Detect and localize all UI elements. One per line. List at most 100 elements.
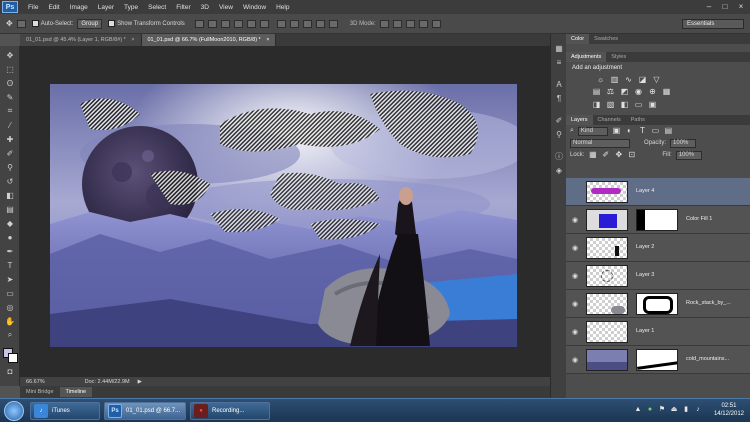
filter-adjustment-icon[interactable]: ◐: [625, 127, 634, 135]
brush-panel-icon[interactable]: ✐: [554, 116, 564, 125]
distribute-right-icon[interactable]: [328, 19, 338, 28]
minimize-icon[interactable]: –: [704, 2, 714, 11]
menu-type[interactable]: Type: [124, 4, 138, 11]
menu-view[interactable]: View: [219, 4, 233, 11]
tab-document-1[interactable]: 01_01.psd @ 45.4% (Layer 1, RGB/8#) * ×: [20, 34, 142, 46]
curves-icon[interactable]: ∿: [624, 76, 633, 84]
zoom-tool-icon[interactable]: ⌕: [4, 330, 16, 340]
layer-row[interactable]: ◉ Layer 2: [566, 234, 750, 262]
pen-tool-icon[interactable]: ✒: [4, 246, 16, 256]
distribute-center-icon[interactable]: [289, 19, 299, 28]
align-top-icon[interactable]: [194, 19, 204, 28]
3d-roll-icon[interactable]: [392, 19, 402, 28]
hue-saturation-icon[interactable]: ▤: [592, 88, 601, 96]
align-bottom-icon[interactable]: [220, 19, 230, 28]
filter-shape-icon[interactable]: ▭: [651, 127, 660, 135]
3d-slide-icon[interactable]: [418, 19, 428, 28]
eye-icon[interactable]: ◉: [572, 272, 578, 280]
start-button[interactable]: [4, 401, 24, 421]
tab-swatches[interactable]: Swatches: [589, 34, 623, 44]
align-vcenter-icon[interactable]: [207, 19, 217, 28]
color-lookup-icon[interactable]: ▦: [662, 88, 671, 96]
stamp-tool-icon[interactable]: ⚲: [4, 162, 16, 172]
selective-color-icon[interactable]: ▣: [648, 101, 657, 109]
align-hcenter-icon[interactable]: [246, 19, 256, 28]
3d-rotate-icon[interactable]: [379, 19, 389, 28]
auto-select-checkbox[interactable]: [31, 20, 39, 27]
menu-help[interactable]: Help: [276, 4, 289, 11]
taskbar-item-recording[interactable]: ● Recording...: [190, 402, 270, 420]
lock-pixels-icon[interactable]: ✐: [601, 151, 610, 159]
eye-icon[interactable]: ◉: [572, 300, 578, 308]
tab-styles[interactable]: Styles: [606, 52, 631, 62]
eraser-tool-icon[interactable]: ◧: [4, 190, 16, 200]
black-white-icon[interactable]: ◩: [620, 88, 629, 96]
background-color-swatch[interactable]: [8, 353, 18, 363]
navigator-panel-icon[interactable]: ◈: [554, 166, 564, 175]
lasso-tool-icon[interactable]: ʘ: [4, 78, 16, 88]
align-left-icon[interactable]: [233, 19, 243, 28]
menu-filter[interactable]: Filter: [176, 4, 190, 11]
close-icon[interactable]: ×: [736, 2, 746, 11]
invert-icon[interactable]: ◨: [592, 101, 601, 109]
tool-preset-icon[interactable]: [16, 19, 26, 28]
dodge-tool-icon[interactable]: ●: [4, 232, 16, 242]
maximize-icon[interactable]: □: [720, 2, 730, 11]
crop-tool-icon[interactable]: ⌗: [4, 106, 16, 116]
tray-app-icon[interactable]: ●: [646, 406, 654, 414]
tab-close-icon[interactable]: ×: [266, 37, 269, 43]
eyedropper-tool-icon[interactable]: ⁄: [4, 120, 16, 130]
quick-select-tool-icon[interactable]: ✎: [4, 92, 16, 102]
distribute-bottom-icon[interactable]: [302, 19, 312, 28]
tab-channels[interactable]: Channels: [593, 115, 626, 125]
gradient-tool-icon[interactable]: ▤: [4, 204, 16, 214]
tray-usb-icon[interactable]: ⏏: [670, 406, 678, 414]
character-panel-icon[interactable]: A: [554, 80, 564, 89]
quick-mask-icon[interactable]: ◘: [4, 366, 16, 376]
tab-mini-bridge[interactable]: Mini Bridge: [20, 387, 60, 397]
history-panel-icon[interactable]: ▦: [554, 44, 564, 53]
system-clock[interactable]: 02:51 14/12/2012: [714, 402, 744, 418]
layer-filter-dropdown[interactable]: Kind: [577, 126, 608, 136]
healing-tool-icon[interactable]: ✚: [4, 134, 16, 144]
eye-icon[interactable]: ◉: [572, 356, 578, 364]
menu-image[interactable]: Image: [70, 4, 88, 11]
tab-paths[interactable]: Paths: [626, 115, 650, 125]
properties-panel-icon[interactable]: ≡: [554, 58, 564, 67]
3d-tool-icon[interactable]: ◎: [4, 302, 16, 312]
exposure-icon[interactable]: ◪: [638, 76, 647, 84]
layer-row[interactable]: ◉ Rock_stack_by_...: [566, 290, 750, 318]
blend-mode-dropdown[interactable]: Normal: [570, 138, 630, 148]
3d-pan-icon[interactable]: [405, 19, 415, 28]
layer-row[interactable]: ◉ Layer 1: [566, 318, 750, 346]
distribute-top-icon[interactable]: [276, 19, 286, 28]
gradient-map-icon[interactable]: ▭: [634, 101, 643, 109]
move-tool-icon[interactable]: ✥: [4, 50, 16, 60]
path-select-tool-icon[interactable]: ➤: [4, 274, 16, 284]
menu-file[interactable]: File: [28, 4, 38, 11]
eye-icon[interactable]: ◉: [572, 216, 578, 224]
workspace-dropdown[interactable]: Essentials: [682, 19, 744, 29]
brush-tool-icon[interactable]: ✐: [4, 148, 16, 158]
hand-tool-icon[interactable]: ✋: [4, 316, 16, 326]
filter-smart-icon[interactable]: ▤: [664, 127, 673, 135]
levels-icon[interactable]: ▥: [610, 76, 619, 84]
volume-icon[interactable]: ♪: [694, 406, 702, 414]
shape-tool-icon[interactable]: ▭: [4, 288, 16, 298]
info-panel-icon[interactable]: ⓘ: [554, 152, 564, 161]
clone-source-panel-icon[interactable]: ⚲: [554, 130, 564, 139]
layer-row[interactable]: ◉ Color Fill 1: [566, 206, 750, 234]
paragraph-panel-icon[interactable]: ¶: [554, 94, 564, 103]
menu-edit[interactable]: Edit: [48, 4, 59, 11]
tab-close-icon[interactable]: ×: [131, 37, 134, 43]
filter-type-icon[interactable]: T: [638, 127, 647, 135]
lock-transparency-icon[interactable]: ▦: [588, 151, 597, 159]
transform-controls-checkbox[interactable]: [108, 20, 116, 27]
channel-mixer-icon[interactable]: ⊕: [648, 88, 657, 96]
document-canvas[interactable]: [50, 84, 517, 347]
zoom-level[interactable]: 66.67%: [26, 379, 45, 385]
tab-color[interactable]: Color: [566, 34, 590, 44]
tab-layers[interactable]: Layers: [566, 115, 593, 125]
tray-arrow-icon[interactable]: ▲: [634, 406, 642, 414]
fill-field[interactable]: 100%: [675, 150, 702, 160]
